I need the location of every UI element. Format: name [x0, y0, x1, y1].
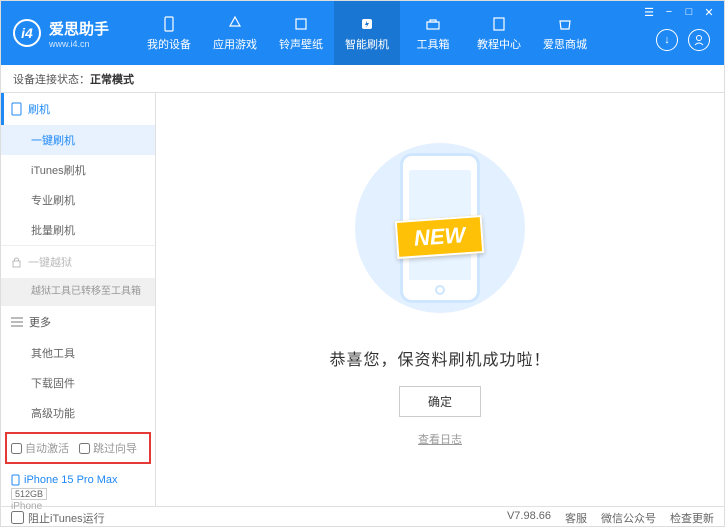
list-icon: [11, 317, 23, 327]
maximize-icon[interactable]: □: [680, 5, 698, 19]
success-message: 恭喜您，保资料刷机成功啦！: [329, 346, 550, 370]
sidebar: 刷机 一键刷机 iTunes刷机 专业刷机 批量刷机 一键越狱 越狱工具已转移至…: [1, 93, 156, 506]
main-content: NEW 恭喜您，保资料刷机成功啦！ 确定 查看日志: [156, 93, 724, 506]
minimize-icon[interactable]: −: [660, 5, 678, 19]
sidebar-item-jailbreak-moved: 越狱工具已转移至工具箱: [1, 278, 155, 305]
book-icon: [490, 15, 508, 33]
view-log-link[interactable]: 查看日志: [418, 431, 462, 447]
device-name[interactable]: iPhone 15 Pro Max: [11, 474, 145, 486]
sidebar-item-batch[interactable]: 批量刷机: [1, 215, 155, 245]
activation-options: 自动激活 跳过向导: [5, 432, 151, 464]
ringtone-icon: [292, 15, 310, 33]
block-itunes-checkbox[interactable]: 阻止iTunes运行: [11, 510, 105, 526]
menu-icon[interactable]: ☰: [640, 5, 658, 19]
sidebar-item-oneclick[interactable]: 一键刷机: [1, 125, 155, 155]
new-banner: NEW: [395, 215, 485, 259]
footer-update[interactable]: 检查更新: [670, 510, 714, 526]
sidebar-item-firmware[interactable]: 下载固件: [1, 368, 155, 398]
flash-icon: [358, 15, 376, 33]
sidebar-section-flash[interactable]: 刷机: [1, 93, 155, 125]
app-title: 爱思助手: [49, 18, 109, 39]
nav-tutorials[interactable]: 教程中心: [466, 1, 532, 65]
skip-guide-checkbox[interactable]: 跳过向导: [79, 440, 137, 456]
app-subtitle: www.i4.cn: [49, 39, 109, 49]
app-header: i4 爱思助手 www.i4.cn 我的设备 应用游戏 铃声壁纸 智能刷机 工具…: [1, 1, 724, 65]
sidebar-item-pro[interactable]: 专业刷机: [1, 185, 155, 215]
footer-wechat[interactable]: 微信公众号: [601, 510, 656, 526]
logo-icon: i4: [13, 19, 41, 47]
nav-my-device[interactable]: 我的设备: [136, 1, 202, 65]
status-bar: 设备连接状态： 正常模式: [1, 65, 724, 93]
phone-icon: [160, 15, 178, 33]
close-icon[interactable]: ✕: [700, 5, 718, 19]
store-icon: [556, 15, 574, 33]
nav-toolbox[interactable]: 工具箱: [400, 1, 466, 65]
nav-tabs: 我的设备 应用游戏 铃声壁纸 智能刷机 工具箱 教程中心 爱思商城: [136, 1, 598, 65]
apps-icon: [226, 15, 244, 33]
lock-icon: [11, 256, 22, 268]
phone-icon: [11, 102, 22, 116]
logo-area: i4 爱思助手 www.i4.cn: [1, 18, 136, 49]
sidebar-item-other[interactable]: 其他工具: [1, 338, 155, 368]
nav-store[interactable]: 爱思商城: [532, 1, 598, 65]
device-storage: 512GB: [11, 488, 47, 500]
nav-apps[interactable]: 应用游戏: [202, 1, 268, 65]
nav-flash[interactable]: 智能刷机: [334, 1, 400, 65]
status-value: 正常模式: [90, 71, 134, 87]
user-icon[interactable]: [688, 29, 710, 51]
status-label: 设备连接状态：: [13, 71, 90, 87]
nav-ringtones[interactable]: 铃声壁纸: [268, 1, 334, 65]
version-label: V7.98.66: [507, 510, 551, 526]
success-illustration: NEW: [340, 128, 540, 328]
phone-small-icon: [11, 474, 20, 486]
sidebar-section-jailbreak[interactable]: 一键越狱: [1, 246, 155, 278]
auto-activate-checkbox[interactable]: 自动激活: [11, 440, 69, 456]
sidebar-item-itunes[interactable]: iTunes刷机: [1, 155, 155, 185]
toolbox-icon: [424, 15, 442, 33]
ok-button[interactable]: 确定: [399, 386, 481, 417]
footer-support[interactable]: 客服: [565, 510, 587, 526]
download-icon[interactable]: ↓: [656, 29, 678, 51]
sidebar-section-more[interactable]: 更多: [1, 306, 155, 338]
sidebar-item-advanced[interactable]: 高级功能: [1, 398, 155, 428]
